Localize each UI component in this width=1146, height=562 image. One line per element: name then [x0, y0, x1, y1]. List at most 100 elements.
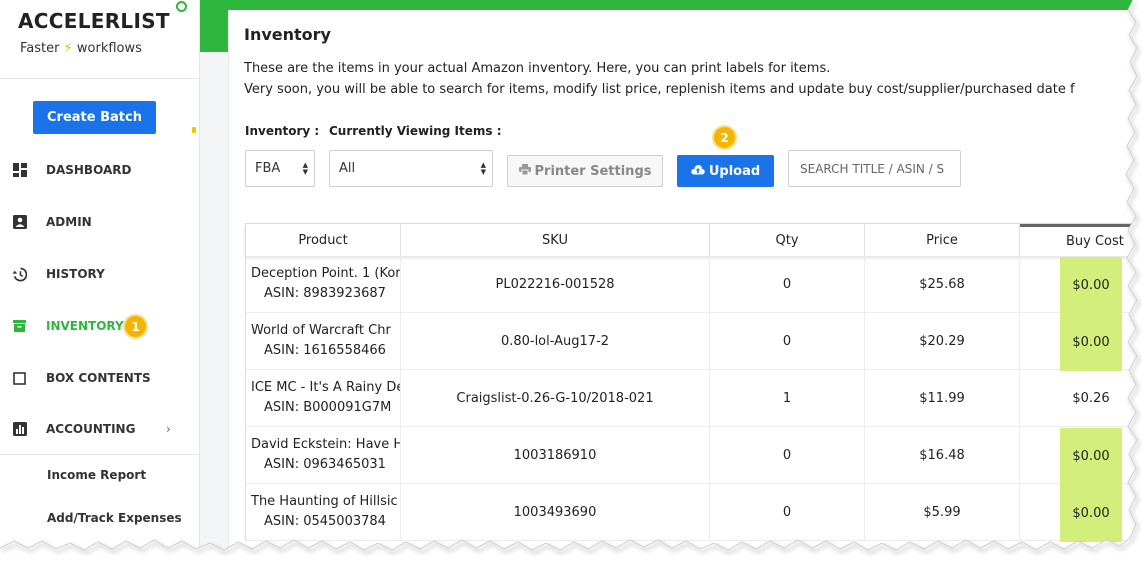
select-arrows-icon: ▲ ▼	[302, 161, 308, 176]
step-badge: 1	[123, 314, 148, 339]
inventory-select-value: FBA	[255, 161, 281, 176]
sidebar-item-inventory[interactable]: INVENTORY 1	[0, 306, 200, 346]
product-cell: David Eckstein: Have H ASIN: 0963465031	[246, 427, 401, 483]
table-row[interactable]: Deception Point. 1 (Kor ASIN: 8983923687…	[245, 256, 1132, 314]
product-cell: The Haunting of Hillsic ASIN: 0545003784	[246, 484, 401, 540]
divider	[0, 78, 200, 79]
price-cell: $11.99	[865, 370, 1020, 426]
page-description: Very soon, you will be able to search fo…	[244, 82, 1075, 97]
product-cell: Deception Point. 1 (Kor ASIN: 8983923687	[246, 256, 401, 312]
column-header-sku[interactable]: SKU	[401, 224, 710, 256]
status-indicator-icon	[176, 1, 187, 12]
divider	[0, 454, 200, 455]
product-asin: ASIN: B000091G7M	[264, 400, 392, 415]
sidebar-item-admin[interactable]: ADMIN	[0, 202, 200, 242]
inventory-table: Product SKU Qty Price Buy Cost Deception…	[245, 223, 1132, 548]
price-cell: $5.99	[865, 484, 1020, 540]
brand-logo: ACCELERLIST	[18, 9, 170, 33]
price-cell: $16.48	[865, 427, 1020, 483]
sidebar-item-label: INVENTORY	[46, 319, 124, 333]
price-cell: $25.68	[865, 256, 1020, 312]
buy-cost-value: $0.00	[1060, 428, 1122, 485]
chart-icon	[12, 422, 27, 437]
sidebar-subitem-income-report[interactable]: Income Report	[47, 468, 146, 482]
product-asin: ASIN: 0545003784	[264, 514, 386, 529]
buy-cost-cell[interactable]: $0.00	[1020, 484, 1132, 542]
buy-cost-value: $0.00	[1060, 257, 1122, 314]
step-badge: 2	[712, 125, 737, 150]
buy-cost-value: $0.00	[1060, 314, 1122, 371]
sku-cell: 1003186910	[401, 427, 710, 483]
buy-cost-cell[interactable]: $0.00	[1020, 256, 1132, 314]
product-asin: ASIN: 1616558466	[264, 343, 386, 358]
sidebar-subitem-expenses[interactable]: Add/Track Expenses	[47, 511, 182, 525]
inventory-icon	[12, 319, 27, 334]
cloud-upload-icon	[691, 164, 705, 179]
buy-cost-cell[interactable]: $0.00	[1020, 313, 1132, 371]
product-title: The Haunting of Hillsic	[251, 494, 398, 509]
upload-label: Upload	[708, 163, 761, 179]
create-batch-button[interactable]: Create Batch	[33, 101, 156, 134]
admin-icon	[12, 215, 27, 230]
sku-cell: 0.80-lol-Aug17-2	[401, 313, 710, 369]
sku-cell: PL022216-001528	[401, 256, 710, 312]
viewing-filter-label: Currently Viewing Items :	[329, 124, 502, 138]
sidebar-item-label: HISTORY	[46, 267, 105, 281]
product-asin: ASIN: 0963465031	[264, 457, 386, 472]
qty-cell: 1	[710, 370, 865, 426]
sidebar-item-label: ADMIN	[46, 215, 92, 229]
tagline-suffix: workflows	[76, 41, 142, 56]
product-title: Deception Point. 1 (Kor	[251, 266, 401, 281]
price-cell: $20.29	[865, 313, 1020, 369]
sidebar-item-dashboard[interactable]: DASHBOARD	[0, 150, 200, 190]
table-row[interactable]: David Eckstein: Have H ASIN: 0963465031 …	[245, 427, 1132, 485]
product-title: World of Warcraft Chr	[251, 323, 391, 338]
search-input[interactable]	[788, 150, 961, 187]
product-cell: ICE MC - It's A Rainy De ASIN: B000091G7…	[246, 370, 401, 426]
sku-cell: Craigslist-0.26-G-10/2018-021	[401, 370, 710, 426]
printer-settings-button[interactable]: Printer Settings	[507, 155, 663, 187]
page-description: These are the items in your actual Amazo…	[244, 61, 831, 76]
sidebar-item-history[interactable]: HISTORY	[0, 254, 200, 294]
column-header-buy-cost[interactable]: Buy Cost	[1020, 224, 1132, 256]
viewing-select[interactable]: All ▲ ▼	[329, 150, 493, 187]
table-row[interactable]: The Haunting of Hillsic ASIN: 0545003784…	[245, 484, 1132, 542]
buy-cost-value: $0.00	[1060, 485, 1122, 542]
product-title: David Eckstein: Have H	[251, 437, 401, 452]
box-icon	[12, 371, 27, 386]
column-header-qty[interactable]: Qty	[710, 224, 865, 256]
buy-cost-cell[interactable]: $0.00	[1020, 427, 1132, 485]
tagline-prefix: Faster	[20, 41, 60, 56]
inventory-select[interactable]: FBA ▲ ▼	[245, 150, 315, 187]
printer-icon	[518, 163, 531, 179]
column-header-price[interactable]: Price	[865, 224, 1020, 256]
sidebar-item-label: ACCOUNTING	[46, 422, 136, 436]
sidebar-item-label: BOX CONTENTS	[46, 371, 151, 385]
inventory-card: Inventory These are the items in your ac…	[228, 10, 1132, 548]
sidebar-item-label: DASHBOARD	[46, 163, 132, 177]
page-title: Inventory	[244, 25, 331, 44]
product-cell: World of Warcraft Chr ASIN: 1616558466	[246, 313, 401, 369]
sidebar: ACCELERLIST Faster ⚡ workflows Create Ba…	[0, 0, 200, 548]
sidebar-item-accounting[interactable]: ACCOUNTING ›	[0, 409, 200, 449]
table-header: Product SKU Qty Price Buy Cost	[245, 223, 1132, 256]
chevron-right-icon: ›	[166, 422, 171, 436]
sidebar-item-box-contents[interactable]: BOX CONTENTS	[0, 358, 200, 398]
history-icon	[12, 267, 27, 282]
qty-cell: 0	[710, 313, 865, 369]
app-frame: ACCELERLIST Faster ⚡ workflows Create Ba…	[0, 0, 1132, 548]
select-arrows-icon: ▲ ▼	[480, 161, 486, 176]
buy-cost-cell[interactable]: $0.26	[1020, 370, 1132, 426]
buy-cost-value: $0.26	[1072, 390, 1110, 406]
column-header-product[interactable]: Product	[246, 224, 401, 256]
inventory-filter-label: Inventory :	[245, 124, 320, 138]
notification-dot-icon	[192, 127, 196, 133]
sku-cell: 1003493690	[401, 484, 710, 540]
brand-tagline: Faster ⚡ workflows	[20, 41, 142, 56]
dashboard-icon	[12, 163, 27, 178]
product-title: ICE MC - It's A Rainy De	[251, 380, 401, 395]
table-row[interactable]: ICE MC - It's A Rainy De ASIN: B000091G7…	[245, 370, 1132, 427]
upload-button[interactable]: Upload	[677, 155, 774, 187]
table-row[interactable]: World of Warcraft Chr ASIN: 1616558466 0…	[245, 313, 1132, 371]
qty-cell: 0	[710, 256, 865, 312]
